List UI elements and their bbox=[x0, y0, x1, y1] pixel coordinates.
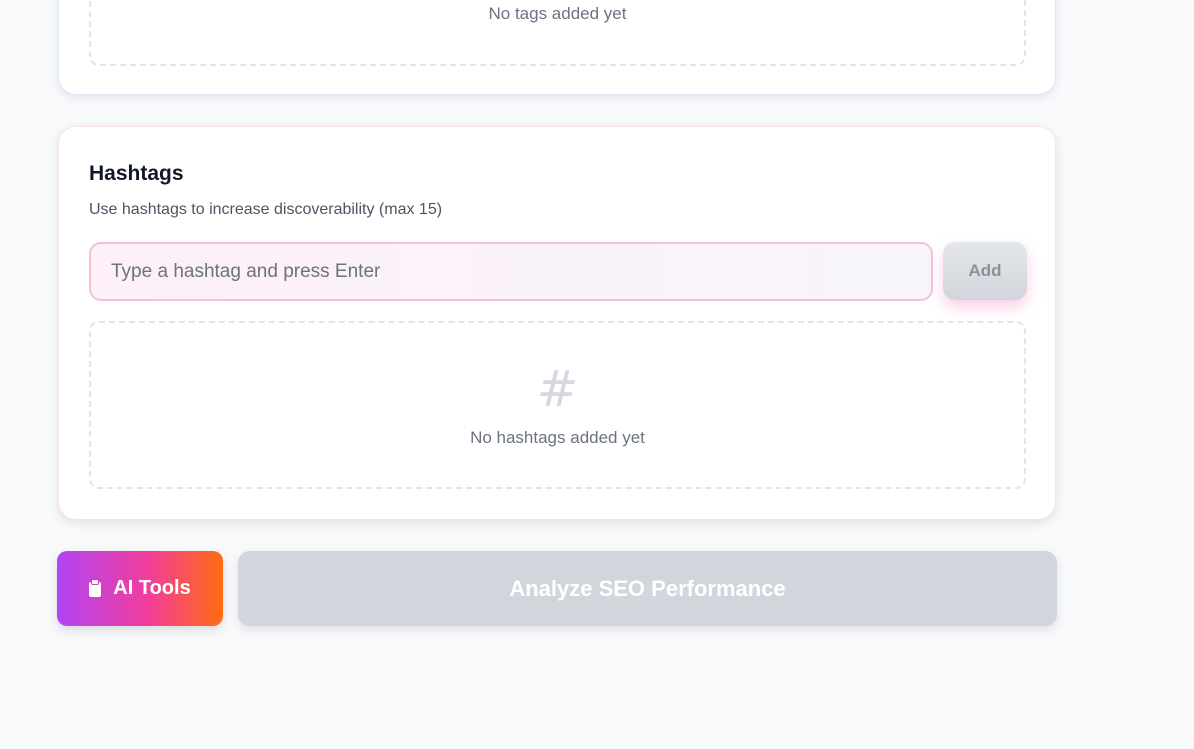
hash-icon: # bbox=[536, 360, 579, 418]
hashtags-empty-state: # No hashtags added yet bbox=[89, 321, 1026, 489]
ai-tools-label: AI Tools bbox=[113, 577, 191, 599]
analyze-seo-button[interactable]: Analyze SEO Performance bbox=[238, 551, 1057, 626]
tags-empty-text: No tags added yet bbox=[488, 4, 627, 23]
hashtags-title: Hashtags bbox=[89, 162, 184, 185]
tags-empty-state: No tags added yet bbox=[89, 0, 1026, 66]
ai-tools-button[interactable]: AI Tools bbox=[57, 551, 223, 626]
tags-card: No tags added yet bbox=[58, 0, 1056, 95]
hashtags-empty-text: No hashtags added yet bbox=[470, 428, 645, 447]
hashtags-card: Hashtags Use hashtags to increase discov… bbox=[58, 126, 1056, 520]
hashtag-input[interactable] bbox=[89, 242, 933, 301]
hashtags-description: Use hashtags to increase discoverability… bbox=[89, 201, 443, 218]
clipboard-icon bbox=[89, 580, 102, 597]
add-hashtag-button[interactable]: Add bbox=[943, 242, 1027, 300]
